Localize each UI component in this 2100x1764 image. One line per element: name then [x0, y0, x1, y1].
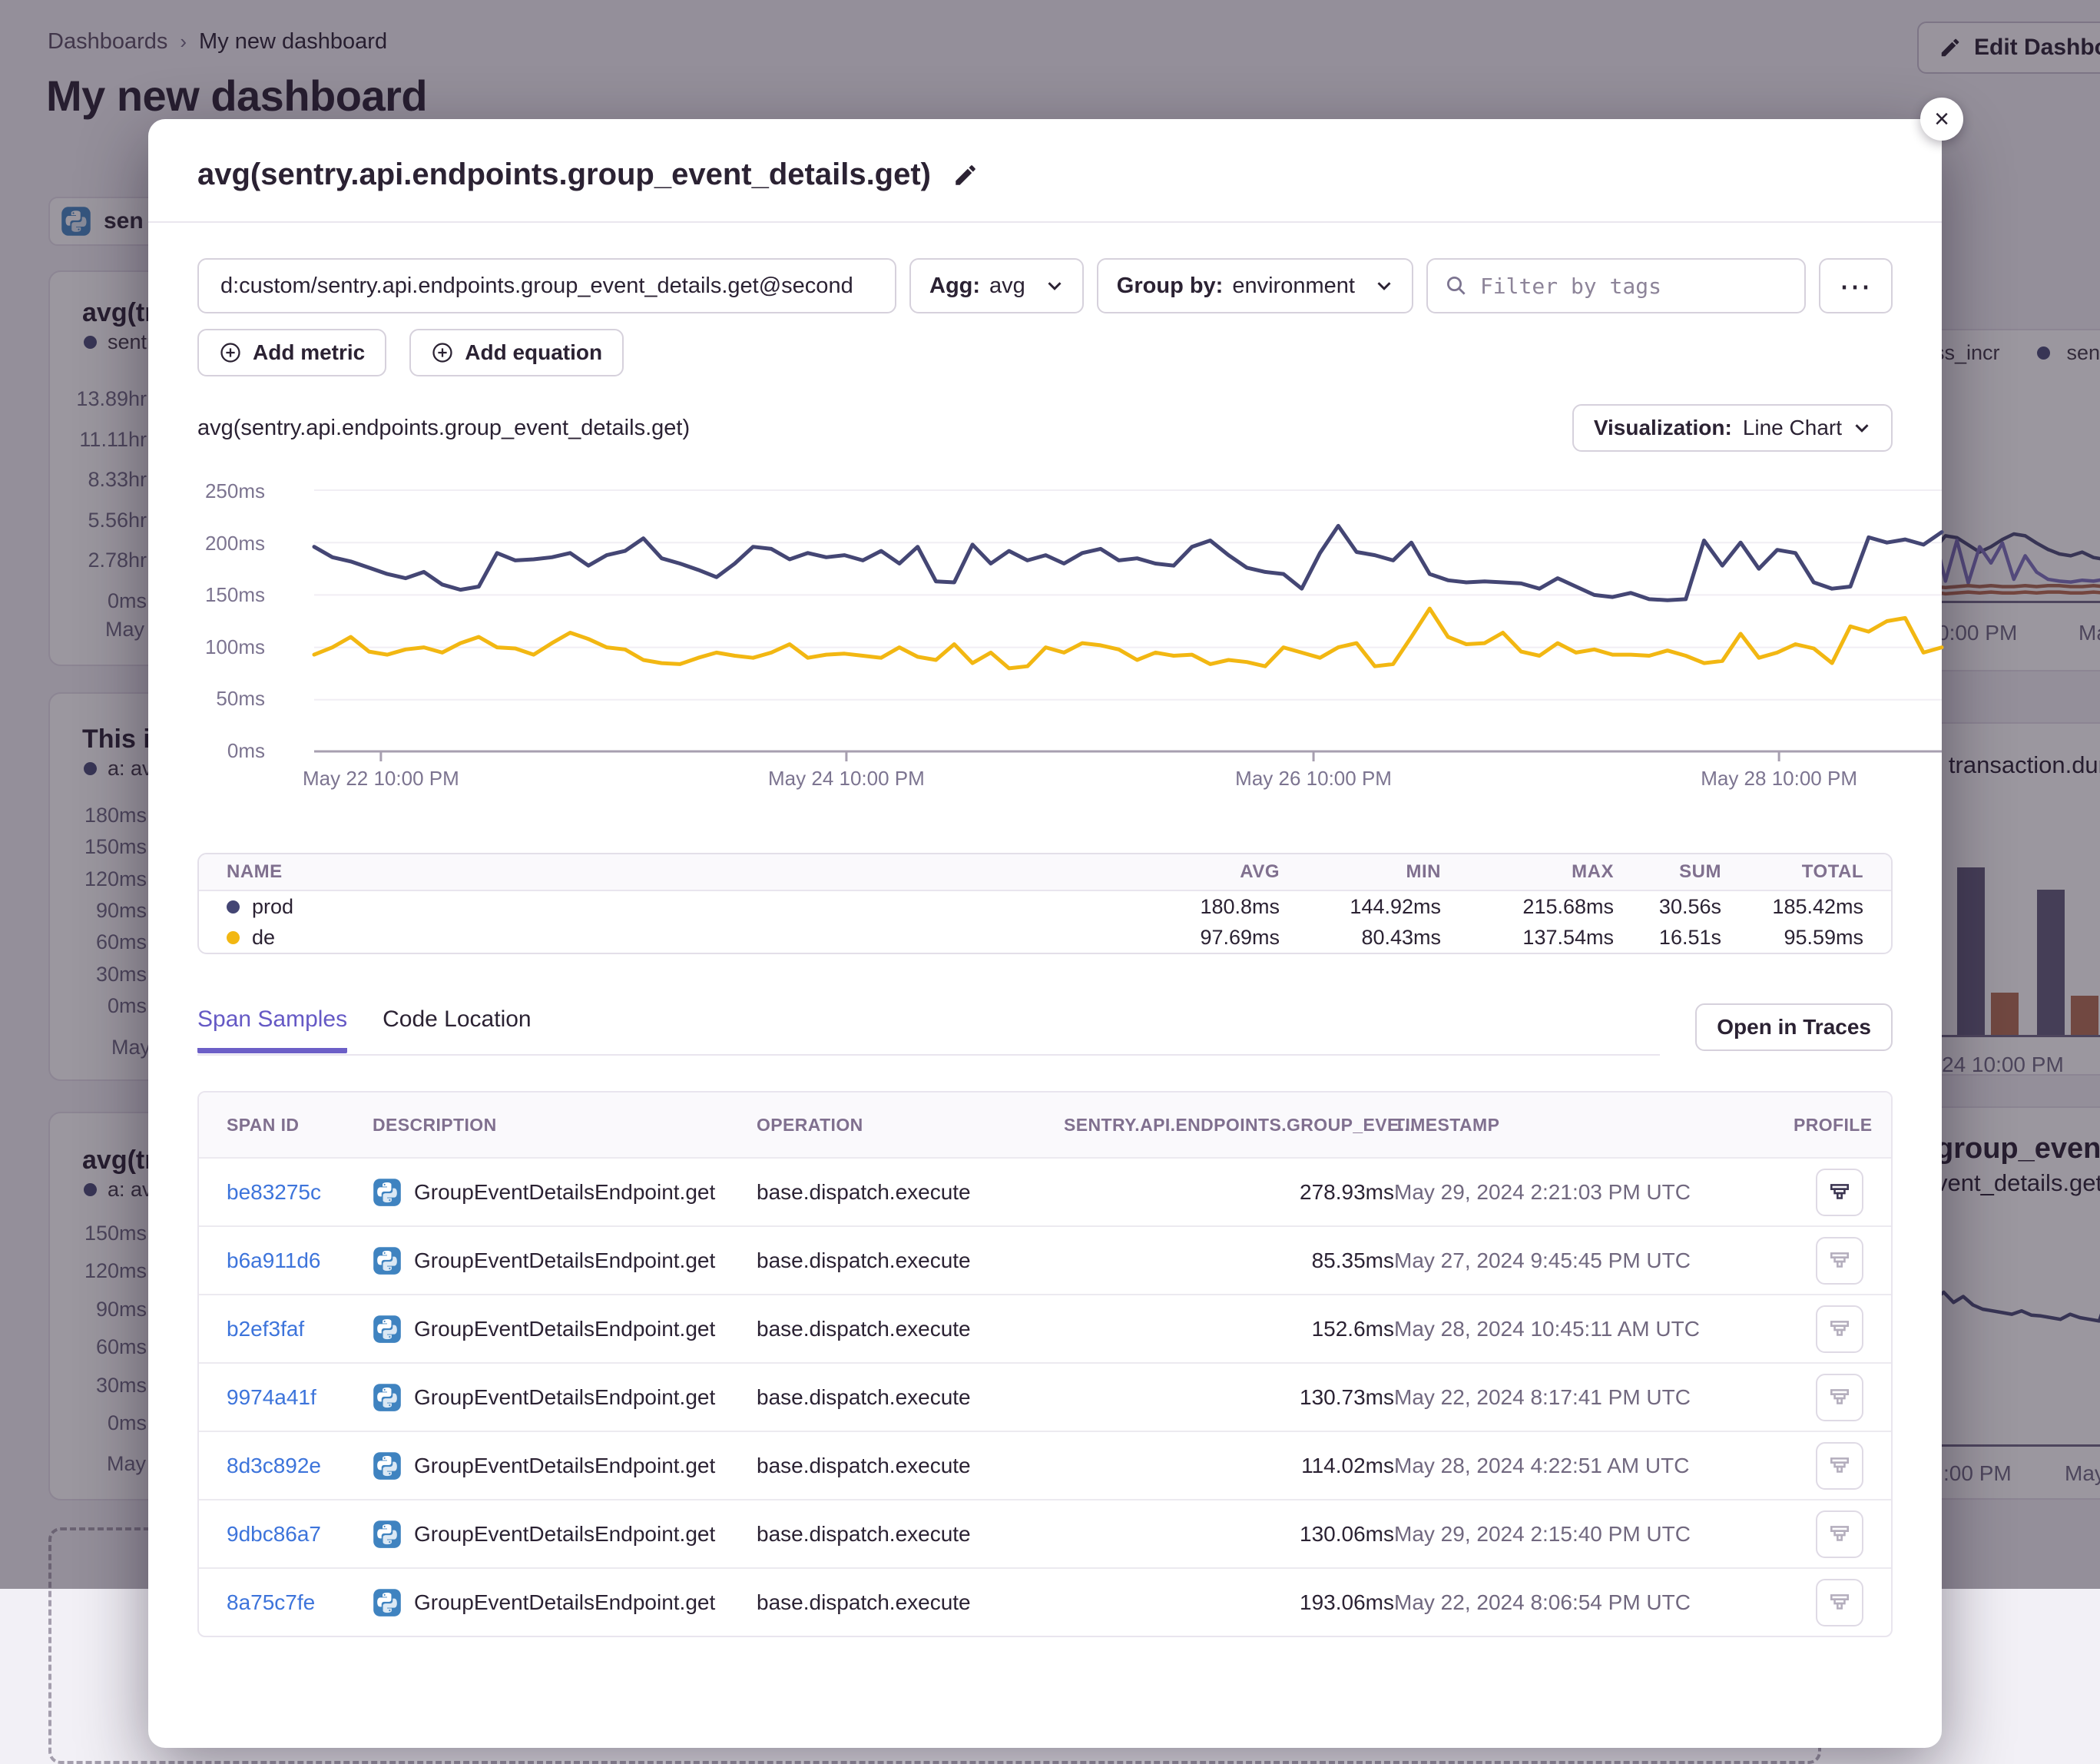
tag-filter-input[interactable]	[1479, 273, 1787, 300]
more-options-button[interactable]: ⋯	[1819, 258, 1893, 313]
summary-table-body: prod180.8ms144.92ms215.68ms30.56s185.42m…	[199, 891, 1891, 953]
tab-code-location[interactable]: Code Location	[383, 1006, 531, 1048]
chevron-down-icon	[1853, 419, 1871, 437]
close-icon[interactable]: ×	[1920, 98, 1963, 141]
span-sample-row: 9dbc86a7GroupEventDetailsEndpoint.getbas…	[199, 1499, 1891, 1567]
profile-icon[interactable]	[1816, 1169, 1863, 1216]
search-icon	[1445, 274, 1468, 297]
span-sample-row: b2ef3fafGroupEventDetailsEndpoint.getbas…	[199, 1294, 1891, 1362]
summary-row: prod180.8ms144.92ms215.68ms30.56s185.42m…	[199, 891, 1891, 922]
chevron-down-icon	[1045, 277, 1064, 295]
edit-title-pencil-icon[interactable]	[952, 162, 979, 188]
summary-table-header: NAME AVG MIN MAX SUM TOTAL	[199, 854, 1891, 891]
python-icon	[373, 1383, 402, 1412]
python-icon	[373, 1588, 402, 1617]
python-icon	[373, 1520, 402, 1549]
samples-table-header: SPAN ID DESCRIPTION OPERATION SENTRY.API…	[199, 1093, 1891, 1157]
span-sample-row: b6a911d6GroupEventDetailsEndpoint.getbas…	[199, 1225, 1891, 1294]
span-id-link[interactable]: b2ef3faf	[227, 1317, 304, 1341]
add-metric-button[interactable]: Add metric	[197, 329, 386, 376]
tag-filter-field[interactable]	[1426, 258, 1806, 313]
visualization-dropdown[interactable]: Visualization: Line Chart	[1572, 404, 1893, 452]
chart-x-axis-labels: May 22 10:00 PMMay 24 10:00 PMMay 26 10:…	[314, 767, 1942, 797]
summary-row: de97.69ms80.43ms137.54ms16.51s95.59ms	[199, 922, 1891, 953]
span-id-link[interactable]: 9dbc86a7	[227, 1522, 321, 1546]
plus-circle-icon	[431, 341, 454, 364]
profile-icon[interactable]	[1816, 1442, 1863, 1490]
span-id-link[interactable]: 8d3c892e	[227, 1454, 321, 1477]
span-id-link[interactable]: 8a75c7fe	[227, 1590, 315, 1614]
series-color-dot	[227, 900, 240, 914]
add-equation-button[interactable]: Add equation	[409, 329, 624, 376]
plus-circle-icon	[219, 341, 242, 364]
python-icon	[373, 1246, 402, 1275]
span-sample-row: 9974a41fGroupEventDetailsEndpoint.getbas…	[199, 1362, 1891, 1431]
python-icon	[373, 1315, 402, 1344]
chevron-down-icon	[1375, 277, 1393, 295]
aggregation-dropdown[interactable]: Agg: avg	[909, 258, 1084, 313]
profile-icon[interactable]	[1816, 1579, 1863, 1626]
tab-bar: Span Samples Code Location	[197, 1006, 1660, 1056]
python-icon	[373, 1178, 402, 1207]
modal-title: avg(sentry.api.endpoints.group_event_det…	[197, 158, 931, 192]
span-sample-row: 8d3c892eGroupEventDetailsEndpoint.getbas…	[199, 1431, 1891, 1499]
span-samples-table: SPAN ID DESCRIPTION OPERATION SENTRY.API…	[197, 1091, 1893, 1637]
span-sample-row: 8a75c7feGroupEventDetailsEndpoint.getbas…	[199, 1567, 1891, 1636]
span-id-link[interactable]: be83275c	[227, 1180, 321, 1204]
tab-span-samples[interactable]: Span Samples	[197, 1006, 347, 1053]
metric-line-chart: 250ms200ms150ms100ms50ms0ms May 22 10:00…	[197, 490, 1893, 825]
span-id-link[interactable]: 9974a41f	[227, 1385, 316, 1409]
profile-icon[interactable]	[1816, 1374, 1863, 1421]
metric-details-modal: × avg(sentry.api.endpoints.group_event_d…	[148, 119, 1942, 1748]
main-chart-svg	[314, 490, 1942, 752]
profile-icon[interactable]	[1816, 1510, 1863, 1558]
series-color-dot	[227, 931, 240, 944]
chart-y-axis-labels: 250ms200ms150ms100ms50ms0ms	[197, 479, 265, 763]
open-in-traces-button[interactable]: Open in Traces	[1695, 1003, 1893, 1051]
divider	[148, 221, 1942, 223]
group-by-dropdown[interactable]: Group by: environment	[1097, 258, 1413, 313]
span-sample-row: be83275cGroupEventDetailsEndpoint.getbas…	[199, 1157, 1891, 1225]
metric-query-field[interactable]: d:custom/sentry.api.endpoints.group_even…	[197, 258, 896, 313]
series-summary-table: NAME AVG MIN MAX SUM TOTAL prod180.8ms14…	[197, 853, 1893, 954]
samples-table-body: be83275cGroupEventDetailsEndpoint.getbas…	[199, 1157, 1891, 1636]
span-id-link[interactable]: b6a911d6	[227, 1248, 321, 1272]
python-icon	[373, 1451, 402, 1480]
profile-icon[interactable]	[1816, 1305, 1863, 1353]
chart-query-label: avg(sentry.api.endpoints.group_event_det…	[197, 416, 690, 441]
profile-icon[interactable]	[1816, 1237, 1863, 1285]
